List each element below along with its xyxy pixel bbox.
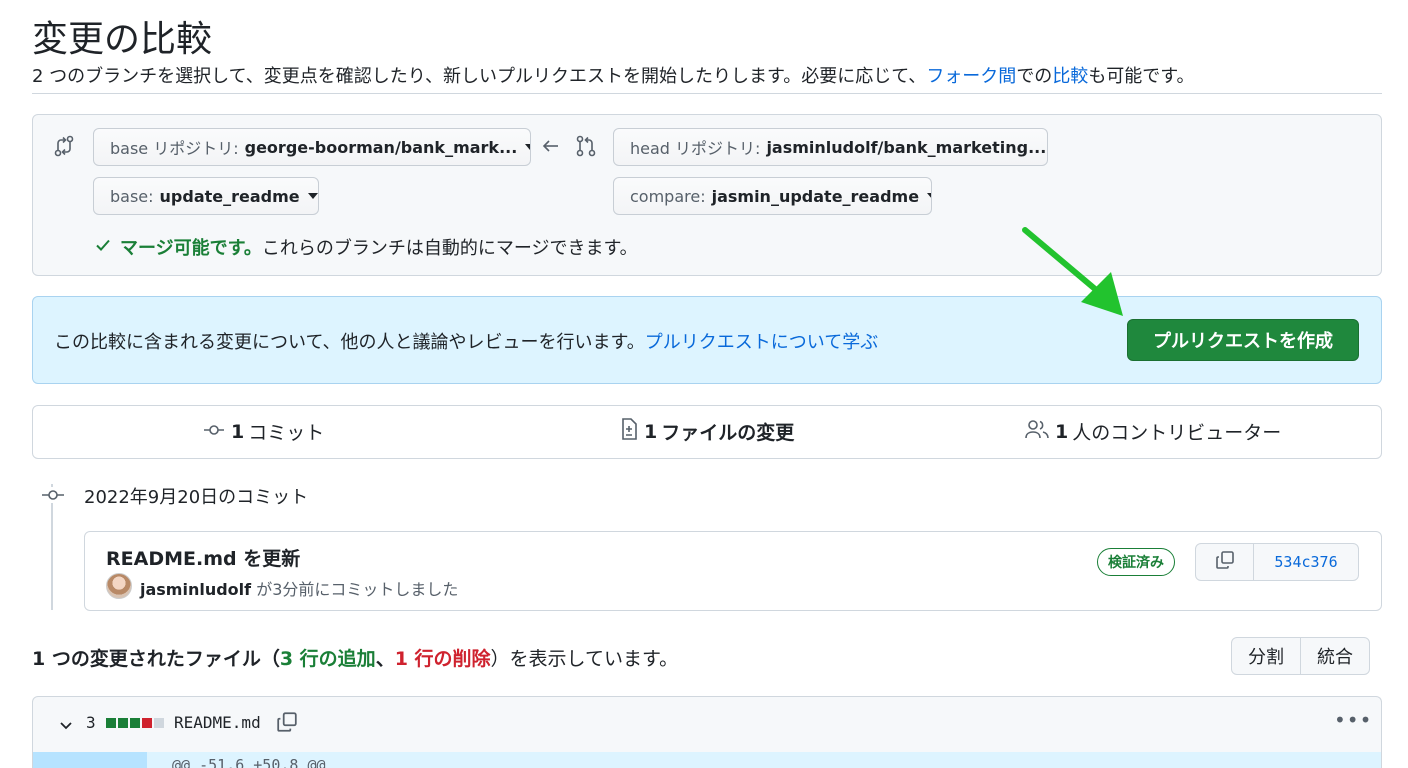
banner-text: この比較に含まれる変更について、他の人と議論やレビューを行います。プルリクエスト…	[54, 332, 879, 353]
file-diff-icon	[620, 418, 638, 445]
avatar[interactable]	[106, 573, 132, 599]
page-subtitle: 2 つのブランチを選択して、変更点を確認したり、新しいプルリクエストを開始したり…	[32, 66, 1195, 87]
compare-link[interactable]: 比較	[1052, 66, 1088, 87]
annotation-arrow-icon	[1015, 224, 1145, 328]
copy-sha-button[interactable]	[1196, 544, 1254, 580]
commit-meta: jasminludolf が3分前にコミットしました	[140, 580, 459, 599]
check-icon	[94, 236, 112, 259]
base-branch-select[interactable]: base: update_readme	[93, 177, 319, 215]
diff-view-toggle: 分割 統合	[1231, 637, 1370, 675]
chevron-down-icon[interactable]	[58, 717, 74, 737]
diffstat-block-neutral	[154, 718, 164, 728]
commit-author-link[interactable]: jasminludolf	[140, 580, 251, 599]
commit-group-date: 2022年9月20日のコミット	[84, 487, 309, 508]
caret-down-icon	[927, 193, 931, 199]
stat-contributors[interactable]: 1 人のコントリビューター	[1025, 418, 1281, 445]
copy-path-icon[interactable]	[276, 711, 298, 737]
base-repo-select[interactable]: base リポジトリ: george-boorman/bank_mark...	[93, 128, 531, 166]
verified-badge[interactable]: 検証済み	[1097, 548, 1175, 576]
file-name-link[interactable]: README.md	[174, 713, 261, 732]
stat-files[interactable]: 1 ファイルの変更	[620, 418, 794, 445]
split-view-button[interactable]: 分割	[1232, 638, 1300, 674]
people-icon	[1025, 419, 1049, 444]
diff-line-count: 3	[86, 713, 96, 732]
diffstat-block-add	[118, 718, 128, 728]
git-pull-request-icon	[574, 134, 598, 162]
git-commit-icon	[203, 421, 225, 443]
caret-down-icon	[307, 193, 318, 199]
compare-branch-select[interactable]: compare: jasmin_update_readme	[613, 177, 932, 215]
head-repo-select[interactable]: head リポジトリ: jasminludolf/bank_marketing..…	[613, 128, 1048, 166]
arrow-left-icon	[541, 136, 561, 160]
files-summary: 1 つの変更されたファイル（3 行の追加、1 行の削除）を表示しています。	[32, 648, 679, 670]
unified-view-button[interactable]: 統合	[1300, 638, 1369, 674]
git-compare-icon	[52, 134, 76, 162]
merge-status: マージ可能です。 これらのブランチは自動的にマージできます。	[94, 234, 638, 260]
caret-down-icon	[525, 144, 530, 150]
learn-pr-link[interactable]: プルリクエストについて学ぶ	[645, 332, 878, 353]
hunk-expand-gutter[interactable]	[33, 752, 147, 768]
kebab-menu-icon[interactable]: •••	[1334, 708, 1372, 732]
diffstat-block-add	[106, 718, 116, 728]
page-title: 変更の比較	[32, 19, 213, 60]
diffstat	[106, 718, 164, 728]
commit-sha-group: 534c376	[1195, 543, 1359, 581]
cross-fork-link[interactable]: フォーク間	[926, 66, 1016, 87]
stat-commits[interactable]: 1 コミット	[203, 418, 324, 445]
diffstat-block-del	[142, 718, 152, 728]
create-pull-request-button[interactable]: プルリクエストを作成	[1127, 319, 1359, 361]
hunk-header: @@ -51,6 +50,8 @@	[172, 756, 326, 768]
commit-sha-link[interactable]: 534c376	[1254, 544, 1358, 580]
git-commit-icon	[41, 487, 65, 507]
divider	[32, 93, 1382, 94]
copy-icon	[1215, 550, 1235, 574]
commit-title-link[interactable]: README.md を更新	[106, 544, 300, 571]
diffstat-block-add	[130, 718, 140, 728]
